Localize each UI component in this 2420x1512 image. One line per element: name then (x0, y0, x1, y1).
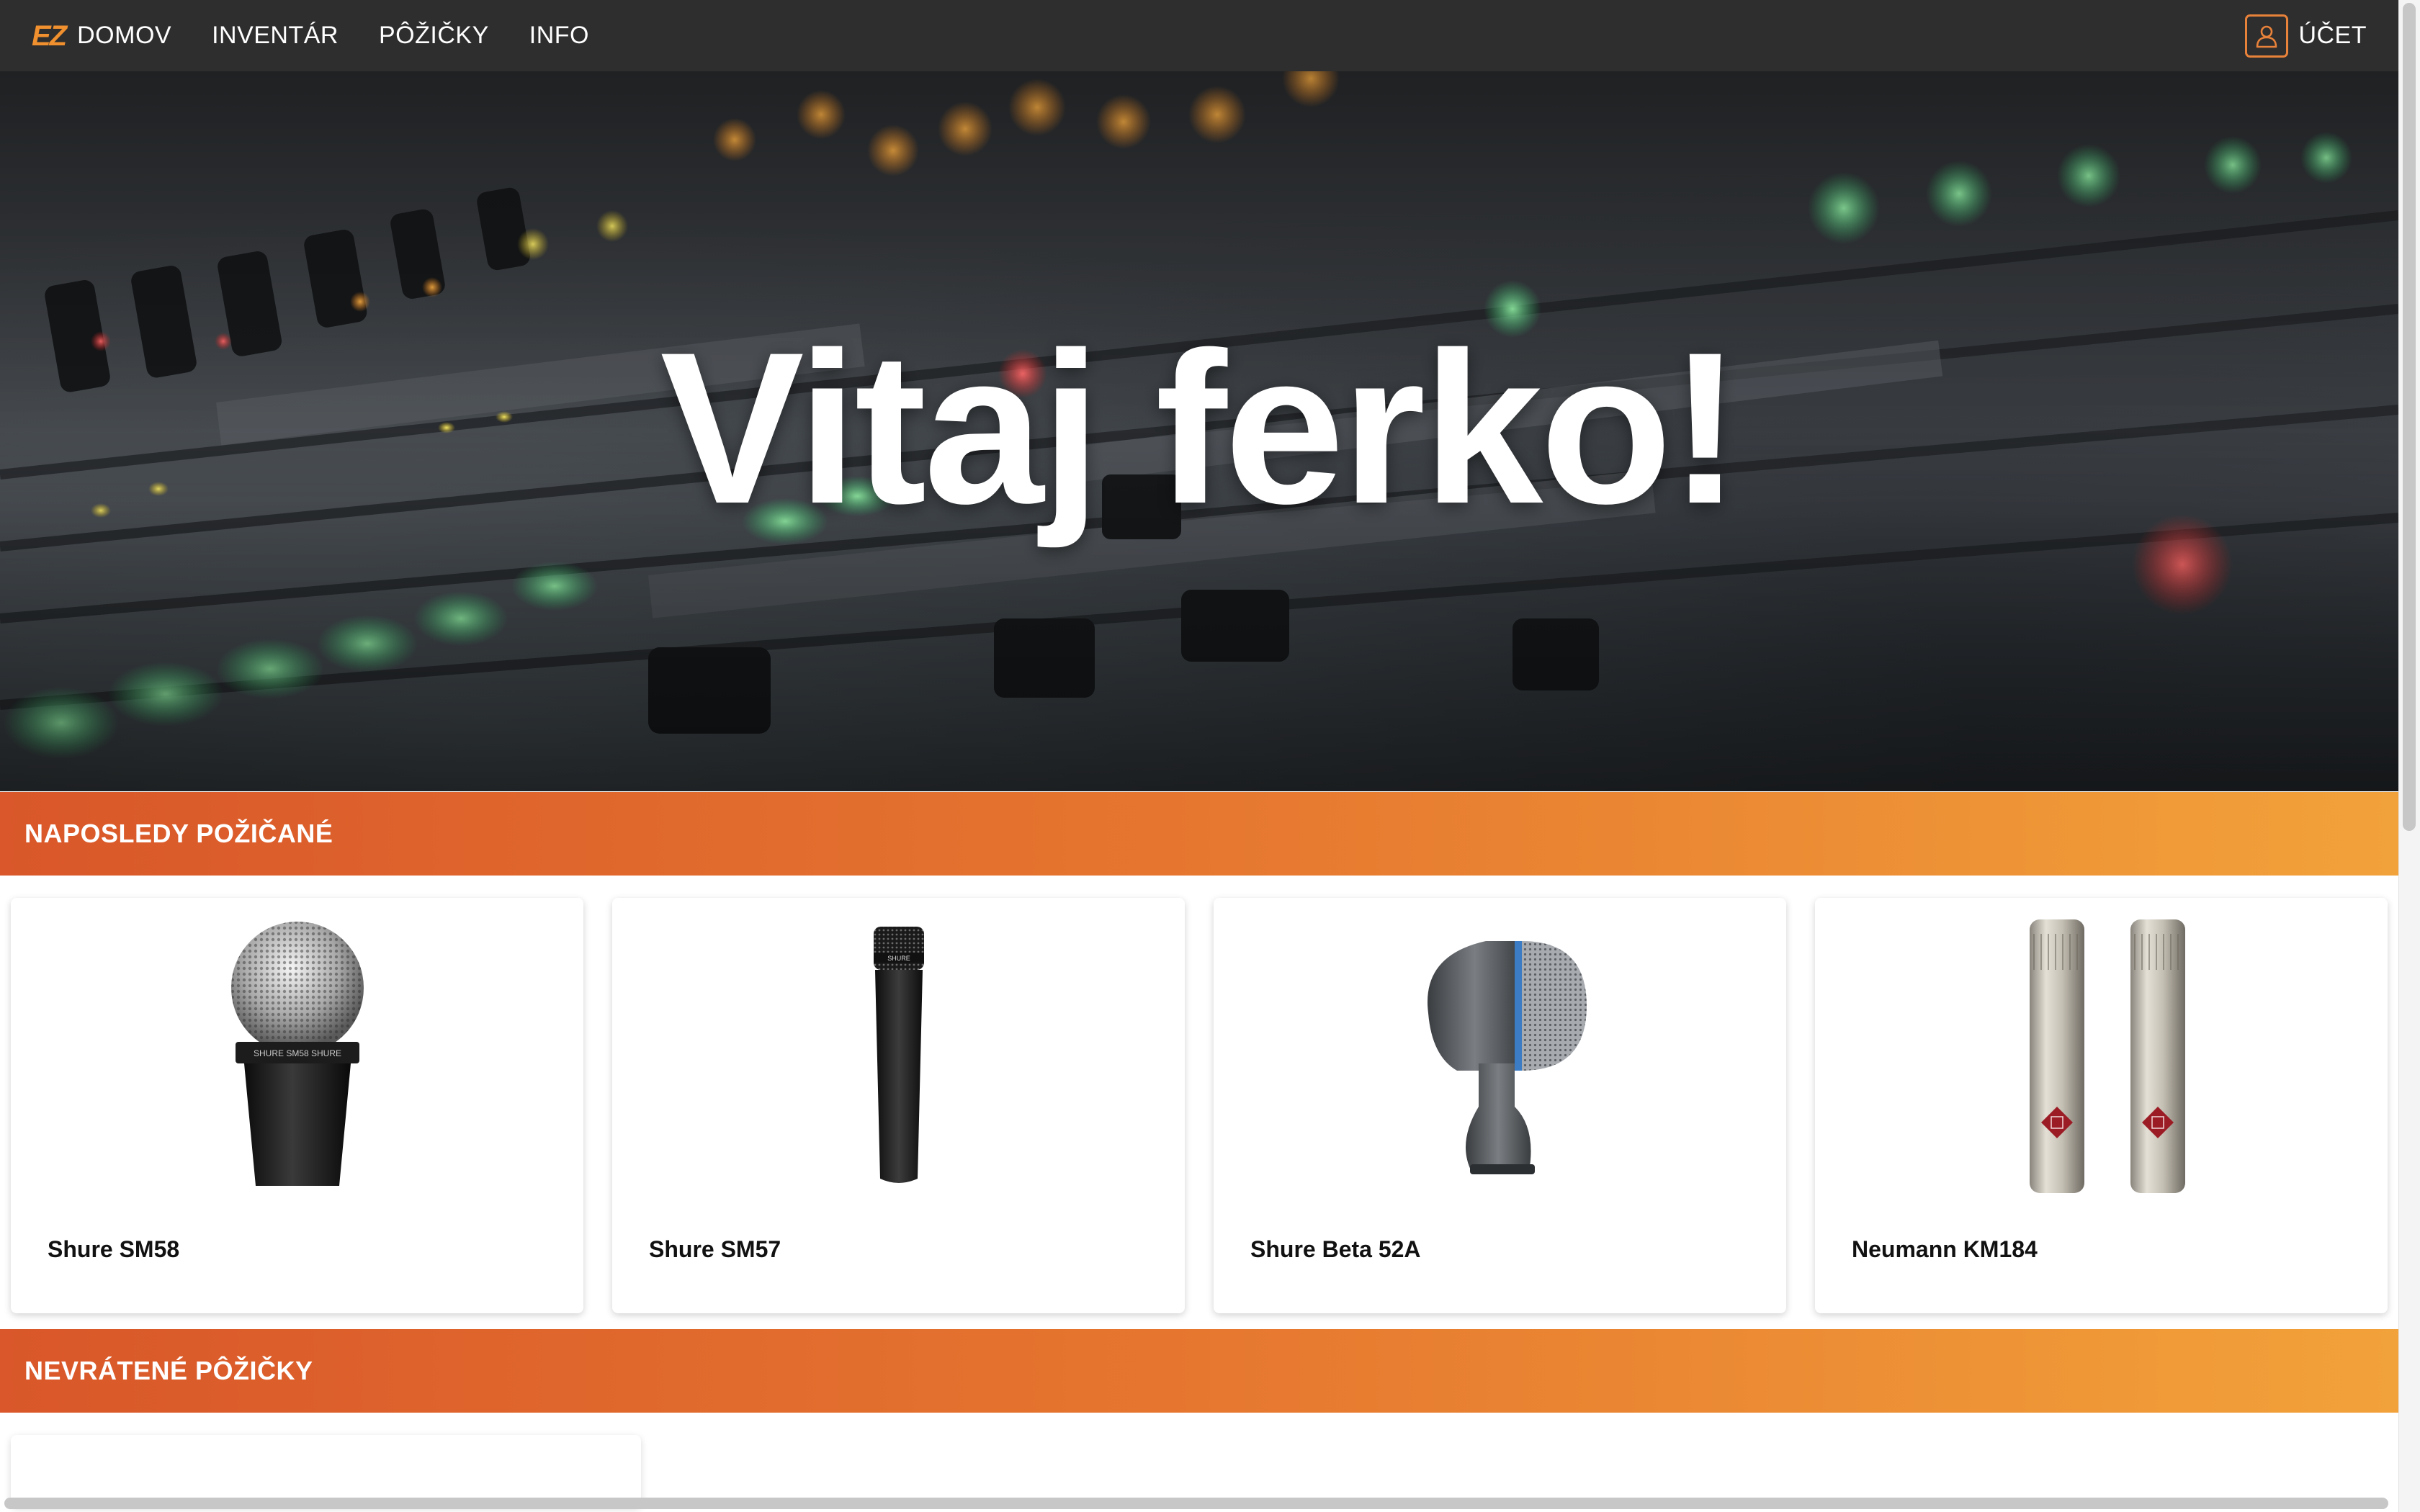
shure-sm57-image: SHURE (612, 912, 1185, 1200)
neumann-km184-image (1815, 912, 2388, 1200)
vertical-scrollbar[interactable] (2398, 0, 2420, 1512)
section-title-recent: NAPOSLEDY POŽIČANÉ (24, 819, 333, 848)
nav-link-domov[interactable]: DOMOV (77, 22, 171, 50)
section-banner-unreturned: NEVRÁTENÉ PÔŽIČKY (0, 1329, 2398, 1413)
horizontal-scrollbar-thumb[interactable] (4, 1498, 2388, 1509)
item-name: Shure SM58 (48, 1236, 180, 1262)
nav-link-info[interactable]: INFO (529, 22, 589, 50)
item-name: Neumann KM184 (1852, 1236, 2038, 1262)
top-navbar: EZ DOMOV INVENTÁR PÔŽIČKY INFO ÚČET (0, 0, 2398, 71)
item-card[interactable]: SHURE SM58 SHURE Shure SM58 (11, 898, 583, 1313)
user-icon (2245, 14, 2289, 58)
nav-link-pozicky[interactable]: PÔŽIČKY (379, 22, 489, 50)
section-title-unreturned: NEVRÁTENÉ PÔŽIČKY (24, 1356, 313, 1385)
nav-link-inventar[interactable]: INVENTÁR (212, 22, 339, 50)
item-name: Shure SM57 (649, 1236, 781, 1262)
vertical-scrollbar-thumb[interactable] (2403, 3, 2416, 831)
unreturned-loan-card[interactable] (11, 1435, 641, 1507)
item-name: Shure Beta 52A (1250, 1236, 1421, 1262)
item-card[interactable]: Neumann KM184 (1815, 898, 2388, 1313)
account-button[interactable]: ÚČET (2245, 14, 2367, 58)
hero-welcome-title: Vitaj ferko! (660, 307, 1742, 549)
recent-items-grid: SHURE SM58 SHURE Shure SM58 SHURE Shure … (11, 898, 2388, 1313)
svg-text:SHURE SM58 SHURE: SHURE SM58 SHURE (253, 1048, 341, 1058)
hero-banner: Vitaj ferko! (0, 71, 2398, 791)
shure-sm58-image: SHURE SM58 SHURE (11, 912, 583, 1200)
shure-beta-52a-image (1214, 912, 1786, 1200)
account-label: ÚČET (2298, 22, 2367, 49)
section-banner-recent: NAPOSLEDY POŽIČANÉ (0, 792, 2398, 876)
svg-text:SHURE: SHURE (887, 955, 910, 962)
main-nav: DOMOV INVENTÁR PÔŽIČKY INFO (66, 22, 589, 50)
ez-logo[interactable]: EZ (32, 22, 67, 50)
item-card[interactable]: Shure Beta 52A (1214, 898, 1786, 1313)
item-card[interactable]: SHURE Shure SM57 (612, 898, 1185, 1313)
